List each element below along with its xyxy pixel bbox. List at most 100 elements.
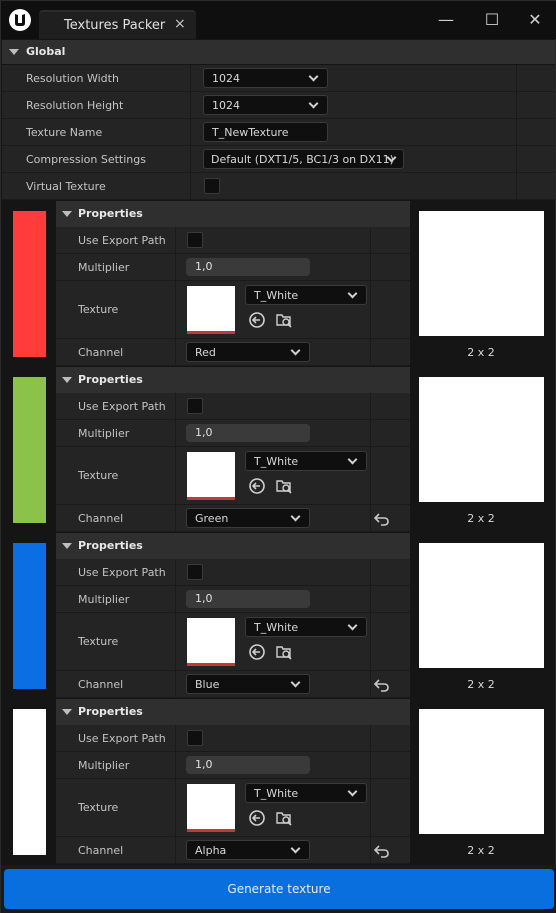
multiplier-input[interactable]: 1,0	[186, 258, 310, 276]
divider	[175, 559, 176, 585]
reset-to-default-icon[interactable]	[373, 678, 390, 692]
browse-asset-icon[interactable]	[275, 477, 293, 495]
browse-asset-icon[interactable]	[275, 643, 293, 661]
chevron-down-icon	[308, 98, 319, 109]
textures-packer-window: Textures Packer × — ☐ ✕ Global Resolutio…	[0, 0, 556, 913]
use-selected-asset-icon[interactable]	[248, 643, 266, 661]
use-export-path-label: Use Export Path	[78, 731, 166, 745]
properties-header[interactable]: Properties	[56, 367, 410, 393]
title-bar: Textures Packer × — ☐ ✕	[1, 1, 556, 39]
channel-color-swatch	[13, 709, 46, 855]
generate-texture-button[interactable]: Generate texture	[4, 869, 554, 909]
multiplier-input[interactable]: 1,0	[186, 756, 310, 774]
use-export-path-checkbox[interactable]	[187, 730, 203, 746]
divider	[370, 339, 371, 365]
tab-title: Textures Packer	[64, 18, 166, 33]
texture-thumbnail[interactable]	[187, 618, 235, 666]
resolution-width-row: Resolution Width 1024	[2, 65, 555, 92]
multiplier-input[interactable]: 1,0	[186, 590, 310, 608]
multiplier-value: 1,0	[195, 426, 213, 439]
preview-size-label: 2 x 2	[467, 512, 495, 525]
divider	[370, 559, 371, 585]
texture-row: Texture T_White	[56, 447, 410, 505]
resolution-width-dropdown[interactable]: 1024	[203, 68, 328, 88]
reset-to-default-icon[interactable]	[373, 512, 390, 526]
use-export-path-checkbox[interactable]	[187, 398, 203, 414]
texture-preview	[419, 377, 544, 502]
collapse-arrow-icon[interactable]	[62, 543, 72, 549]
divider	[190, 119, 191, 145]
multiplier-row: Multiplier 1,0	[56, 254, 410, 281]
collapse-arrow-icon[interactable]	[62, 377, 72, 383]
texture-name-input[interactable]: T_NewTexture	[203, 122, 328, 142]
channel-dropdown[interactable]: Alpha	[186, 840, 310, 860]
resolution-height-dropdown[interactable]: 1024	[203, 95, 328, 115]
resolution-height-row: Resolution Height 1024	[2, 92, 555, 119]
global-category-header[interactable]: Global	[2, 40, 555, 64]
divider	[516, 65, 517, 91]
chevron-down-icon	[290, 677, 301, 688]
browse-asset-icon[interactable]	[275, 311, 293, 329]
divider	[175, 420, 176, 446]
tab-close-icon[interactable]: ×	[174, 16, 186, 32]
divider	[175, 281, 176, 338]
multiplier-label: Multiplier	[78, 260, 130, 274]
divider	[370, 281, 371, 338]
use-selected-asset-icon[interactable]	[248, 311, 266, 329]
texture-thumbnail[interactable]	[187, 452, 235, 500]
texture-name-row: Texture Name T_NewTexture	[2, 119, 555, 146]
use-export-path-checkbox[interactable]	[187, 564, 203, 580]
minimize-button[interactable]: —	[436, 10, 456, 30]
divider	[175, 725, 176, 751]
use-selected-asset-icon[interactable]	[248, 477, 266, 495]
multiplier-value: 1,0	[195, 758, 213, 771]
texture-asset-value: T_White	[254, 289, 299, 302]
channel-dropdown[interactable]: Red	[186, 342, 310, 362]
divider	[175, 393, 176, 419]
divider	[175, 339, 176, 365]
multiplier-input[interactable]: 1,0	[186, 424, 310, 442]
tab-textures-packer[interactable]: Textures Packer ×	[39, 10, 196, 39]
divider	[175, 752, 176, 778]
texture-label: Texture	[78, 801, 119, 814]
texture-label: Texture	[78, 635, 119, 648]
texture-label: Texture	[78, 303, 119, 316]
properties-header[interactable]: Properties	[56, 699, 410, 725]
preview-size-label: 2 x 2	[467, 844, 495, 857]
texture-thumbnail[interactable]	[187, 784, 235, 832]
use-selected-asset-icon[interactable]	[248, 809, 266, 827]
compression-settings-label: Compression Settings	[26, 152, 146, 166]
divider	[175, 505, 176, 531]
close-window-button[interactable]: ✕	[525, 10, 545, 30]
reset-to-default-icon[interactable]	[373, 844, 390, 858]
divider	[370, 671, 371, 697]
texture-asset-value: T_White	[254, 621, 299, 634]
use-export-path-row: Use Export Path	[56, 393, 410, 420]
use-export-path-checkbox[interactable]	[187, 232, 203, 248]
properties-header[interactable]: Properties	[56, 201, 410, 227]
texture-asset-dropdown[interactable]: T_White	[245, 783, 367, 803]
channel-row: Channel Alpha	[56, 837, 410, 864]
channel-dropdown[interactable]: Green	[186, 508, 310, 528]
multiplier-row: Multiplier 1,0	[56, 586, 410, 613]
use-export-path-row: Use Export Path	[56, 559, 410, 586]
divider	[175, 254, 176, 280]
channel-color-swatch	[13, 377, 46, 523]
texture-thumbnail[interactable]	[187, 286, 235, 334]
channel-value: Green	[195, 512, 229, 525]
divider	[516, 146, 517, 172]
virtual-texture-checkbox[interactable]	[204, 178, 220, 194]
maximize-button[interactable]: ☐	[482, 10, 502, 30]
compression-settings-dropdown[interactable]: Default (DXT1/5, BC1/3 on DX11)	[203, 149, 404, 169]
browse-asset-icon[interactable]	[275, 809, 293, 827]
use-export-path-row: Use Export Path	[56, 725, 410, 752]
properties-header[interactable]: Properties	[56, 533, 410, 559]
texture-asset-dropdown[interactable]: T_White	[245, 285, 367, 305]
texture-asset-dropdown[interactable]: T_White	[245, 451, 367, 471]
channel-dropdown[interactable]: Blue	[186, 674, 310, 694]
collapse-arrow-icon[interactable]	[62, 211, 72, 217]
collapse-arrow-icon[interactable]	[62, 709, 72, 715]
unreal-logo-icon[interactable]	[8, 8, 32, 32]
texture-asset-dropdown[interactable]: T_White	[245, 617, 367, 637]
collapse-arrow-icon[interactable]	[9, 49, 19, 55]
